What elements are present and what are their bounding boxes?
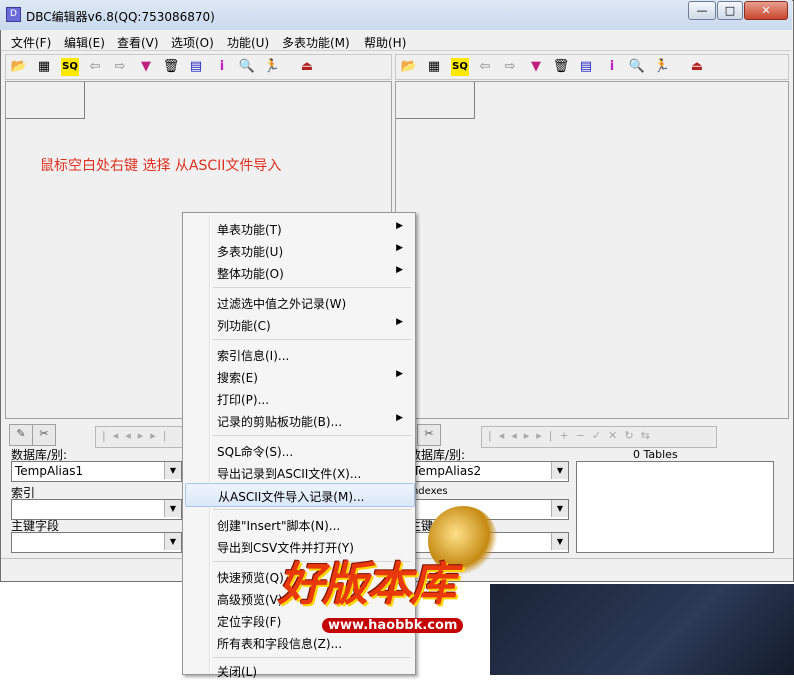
menu-item-print[interactable]: 打印(P)... [185, 387, 413, 409]
menu-separator [213, 657, 411, 658]
menu-item-filter-selected[interactable]: 过滤选中值之外记录(W) [185, 291, 413, 313]
minimize-button[interactable]: — [688, 1, 716, 20]
menu-edit[interactable]: 编辑(E) [64, 34, 105, 51]
menu-separator [213, 435, 411, 436]
menu-item-search[interactable]: 搜索(E) ▶ [185, 365, 413, 387]
database-alias-select[interactable]: TempAlias1 ▼ [11, 461, 182, 482]
table-icon[interactable]: ▤ [187, 58, 205, 76]
run-icon[interactable]: 🏃 [263, 58, 281, 76]
menu-item-import-ascii[interactable]: 从ASCII文件导入记录(M)... [185, 483, 415, 507]
chevron-right-icon: ▶ [396, 243, 403, 253]
grid-header-cell[interactable] [408, 82, 475, 101]
watermark-logo: 好版本库 www.haobbk.com [268, 506, 520, 640]
menu-separator [213, 287, 411, 288]
menu-help[interactable]: 帮助(H) [364, 34, 406, 51]
right-grid[interactable] [395, 81, 789, 419]
chevron-right-icon: ▶ [396, 317, 403, 327]
chevron-down-icon[interactable]: ▼ [551, 533, 568, 550]
primary-key-select[interactable]: ▼ [11, 532, 182, 553]
exit-icon[interactable]: ⏏ [298, 58, 316, 76]
grid-header-cell[interactable] [18, 82, 85, 101]
menu-item-global[interactable]: 整体功能(O) ▶ [185, 261, 413, 283]
chevron-down-icon[interactable]: ▼ [164, 462, 181, 479]
chevron-down-icon[interactable]: ▼ [551, 462, 568, 479]
menu-separator [213, 339, 411, 340]
menu-item-sql[interactable]: SQL命令(S)... [185, 439, 413, 461]
sql-icon[interactable]: SQ [451, 58, 469, 76]
database-alias-select[interactable]: TempAlias2 ▼ [409, 461, 569, 482]
chevron-right-icon: ▶ [396, 265, 403, 275]
chevron-right-icon: ▶ [396, 221, 403, 231]
sql-icon[interactable]: SQ [61, 58, 79, 76]
run-icon[interactable]: 🏃 [653, 58, 671, 76]
maximize-button[interactable]: □ [717, 1, 743, 20]
menu-options[interactable]: 选项(O) [171, 34, 214, 51]
delete-icon[interactable]: 🗑 [552, 58, 570, 76]
menu-function[interactable]: 功能(U) [227, 34, 269, 51]
menu-item-index-info[interactable]: 索引信息(I)... [185, 343, 413, 365]
export-icon[interactable]: ⇨ [501, 58, 519, 76]
chevron-right-icon: ▶ [396, 369, 403, 379]
menu-item-create-insert[interactable]: 创建"Insert"脚本(N)... [185, 513, 413, 535]
close-button[interactable]: ✕ [744, 1, 788, 20]
menu-view[interactable]: 查看(V) [117, 34, 159, 51]
menu-item-column[interactable]: 列功能(C) ▶ [185, 313, 413, 335]
chevron-down-icon[interactable]: ▼ [164, 500, 181, 517]
database-alias-value: TempAlias1 [15, 464, 84, 478]
chevron-down-icon[interactable]: ▼ [551, 500, 568, 517]
tables-list[interactable] [576, 461, 774, 553]
menu-item-close[interactable]: 关闭(L) [185, 659, 413, 681]
grid-icon[interactable]: ▦ [35, 58, 53, 76]
db-tool-icon[interactable]: ✎ [9, 424, 33, 446]
info-icon[interactable]: i [603, 58, 621, 76]
watermark-url: www.haobbk.com [322, 618, 464, 633]
record-navigator[interactable]: |◂◂▸▸|+−✓✕↻⇆ [481, 426, 717, 448]
desktop-background [490, 584, 794, 675]
open-icon[interactable]: 📂 [10, 58, 28, 76]
tables-count: 0 Tables [633, 448, 678, 461]
back-arrow-icon[interactable]: ⇦ [86, 58, 104, 76]
menu-bar: 文件(F) 编辑(E) 查看(V) 选项(O) 功能(U) 多表功能(M) 帮助… [1, 31, 791, 51]
db-tool-icon[interactable]: ✂ [32, 424, 56, 446]
left-toolbar: 📂 ▦ SQ ⇦ ⇨ ▼ 🗑 ▤ i 🔍 🏃 ⏏ [5, 54, 392, 80]
menu-item-export-ascii[interactable]: 导出记录到ASCII文件(X)... [185, 461, 413, 483]
watermark-title: 好版本库 [278, 557, 456, 611]
search-icon[interactable]: 🔍 [238, 58, 256, 76]
back-arrow-icon[interactable]: ⇦ [476, 58, 494, 76]
db-tool-icon[interactable]: ✂ [417, 424, 441, 446]
menu-multi-table[interactable]: 多表功能(M) [282, 34, 350, 51]
grid-data-cell[interactable] [408, 100, 475, 119]
filter-icon[interactable]: ▼ [527, 58, 545, 76]
filter-icon[interactable]: ▼ [137, 58, 155, 76]
menu-separator [213, 509, 411, 510]
app-icon: D [6, 7, 21, 22]
window-title: DBC编辑器v6.8(QQ:753086870) [26, 10, 215, 24]
table-icon[interactable]: ▤ [577, 58, 595, 76]
database-alias-value: TempAlias2 [413, 464, 482, 478]
menu-item-multi-table[interactable]: 多表功能(U) ▶ [185, 239, 413, 261]
export-icon[interactable]: ⇨ [111, 58, 129, 76]
menu-item-clipboard[interactable]: 记录的剪贴板功能(B)... ▶ [185, 409, 413, 431]
grid-data-cell[interactable] [18, 100, 85, 119]
menu-file[interactable]: 文件(F) [11, 34, 51, 51]
exit-icon[interactable]: ⏏ [688, 58, 706, 76]
grid-icon[interactable]: ▦ [425, 58, 443, 76]
info-icon[interactable]: i [213, 58, 231, 76]
open-icon[interactable]: 📂 [400, 58, 418, 76]
instruction-hint: 鼠标空白处右键 选择 从ASCII文件导入 [40, 158, 282, 174]
chevron-right-icon: ▶ [396, 413, 403, 423]
delete-icon[interactable]: 🗑 [162, 58, 180, 76]
chevron-down-icon[interactable]: ▼ [164, 533, 181, 550]
right-toolbar: 📂 ▦ SQ ⇦ ⇨ ▼ 🗑 ▤ i 🔍 🏃 ⏏ [395, 54, 789, 80]
menu-item-single-table[interactable]: 单表功能(T) ▶ [185, 217, 413, 239]
search-icon[interactable]: 🔍 [628, 58, 646, 76]
